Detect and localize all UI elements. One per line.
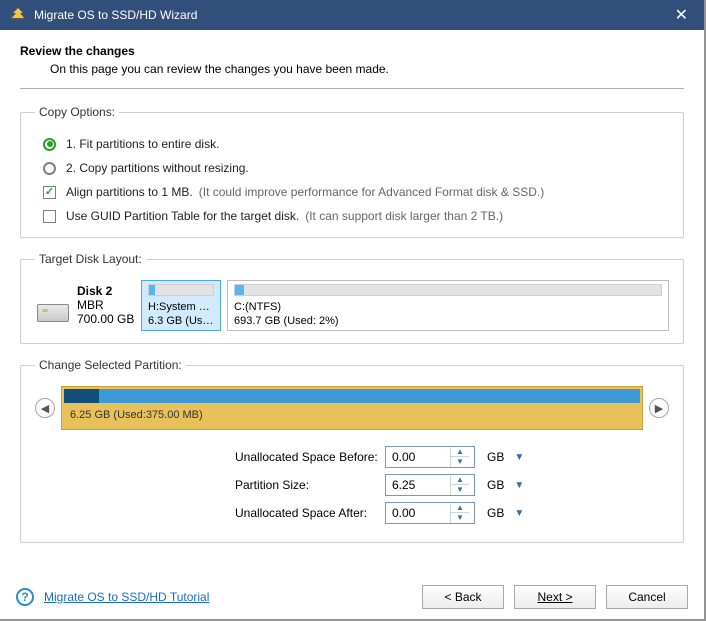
target-disk-group: Target Disk Layout: Disk 2 MBR 700.00 GB… (20, 252, 684, 344)
checkbox-align-1mb[interactable]: ✓ (43, 186, 56, 199)
unit-dropdown-icon[interactable]: ▼ (514, 452, 524, 463)
disk-name: Disk 2 (77, 284, 134, 298)
spin-down-icon[interactable]: ▼ (451, 457, 469, 467)
window-title: Migrate OS to SSD/HD Wizard (34, 8, 197, 22)
spin-down-icon[interactable]: ▼ (451, 513, 469, 523)
partition-c-sub: 693.7 GB (Used: 2%) (234, 314, 662, 328)
unit-dropdown-icon[interactable]: ▼ (514, 480, 524, 491)
hdd-icon (37, 304, 69, 322)
titlebar: Migrate OS to SSD/HD Wizard ✕ (0, 0, 704, 30)
next-partition-button[interactable]: ▶ (649, 398, 669, 418)
radio-copy-label: 2. Copy partitions without resizing. (66, 161, 249, 175)
partition-slab-label: 6.25 GB (Used:375.00 MB) (62, 403, 642, 421)
partition-slab[interactable]: 6.25 GB (Used:375.00 MB) (61, 386, 643, 430)
close-icon[interactable]: ✕ (669, 5, 694, 25)
change-partition-group: Change Selected Partition: ◀ 6.25 GB (Us… (20, 358, 684, 543)
unit-label: GB (487, 450, 504, 464)
page-subtitle: On this page you can review the changes … (50, 62, 684, 76)
cancel-button[interactable]: Cancel (606, 585, 688, 609)
checkbox-guid-label: Use GUID Partition Table for the target … (66, 209, 299, 223)
checkbox-guid[interactable] (43, 210, 56, 223)
radio-fit-label: 1. Fit partitions to entire disk. (66, 137, 219, 151)
tutorial-link[interactable]: Migrate OS to SSD/HD Tutorial (44, 590, 209, 604)
checkbox-align-hint: (It could improve performance for Advanc… (199, 185, 544, 199)
unalloc-before-input-wrap: ▲▼ (385, 446, 475, 468)
unalloc-after-input-wrap: ▲▼ (385, 502, 475, 524)
radio-copy-without-resize[interactable] (43, 162, 56, 175)
target-disk-legend: Target Disk Layout: (35, 252, 146, 266)
copy-options-legend: Copy Options: (35, 105, 119, 119)
partition-size-input-wrap: ▲▼ (385, 474, 475, 496)
separator (20, 88, 684, 89)
prev-partition-button[interactable]: ◀ (35, 398, 55, 418)
checkbox-align-label: Align partitions to 1 MB. (66, 185, 193, 199)
copy-options-group: Copy Options: 1. Fit partitions to entir… (20, 105, 684, 238)
partition-c[interactable]: C:(NTFS) 693.7 GB (Used: 2%) (227, 280, 669, 331)
unit-label: GB (487, 478, 504, 492)
app-icon (10, 7, 26, 23)
back-button[interactable]: < Back (422, 585, 504, 609)
partition-h-title: H:System Res (148, 300, 214, 314)
spin-down-icon[interactable]: ▼ (451, 485, 469, 495)
partition-h[interactable]: H:System Res 6.3 GB (Used: (141, 280, 221, 331)
unalloc-after-input[interactable] (386, 503, 450, 523)
disk-size: 700.00 GB (77, 312, 134, 326)
partition-size-label: Partition Size: (235, 478, 385, 492)
unalloc-before-label: Unallocated Space Before: (235, 450, 385, 464)
radio-fit-partitions[interactable] (43, 138, 56, 151)
footer: ? Migrate OS to SSD/HD Tutorial < Back N… (0, 575, 704, 619)
disk-scheme: MBR (77, 298, 104, 312)
partition-size-input[interactable] (386, 475, 450, 495)
partition-h-sub: 6.3 GB (Used: (148, 314, 214, 328)
unalloc-before-input[interactable] (386, 447, 450, 467)
spin-up-icon[interactable]: ▲ (451, 475, 469, 485)
unalloc-after-label: Unallocated Space After: (235, 506, 385, 520)
partition-c-title: C:(NTFS) (234, 300, 662, 314)
spin-up-icon[interactable]: ▲ (451, 503, 469, 513)
checkbox-guid-hint: (It can support disk larger than 2 TB.) (305, 209, 503, 223)
next-button[interactable]: Next > (514, 585, 596, 609)
change-partition-legend: Change Selected Partition: (35, 358, 186, 372)
unit-dropdown-icon[interactable]: ▼ (514, 508, 524, 519)
page-title: Review the changes (20, 44, 684, 58)
help-icon: ? (16, 588, 34, 606)
unit-label: GB (487, 506, 504, 520)
disk-info: Disk 2 MBR 700.00 GB (35, 280, 135, 331)
spin-up-icon[interactable]: ▲ (451, 447, 469, 457)
